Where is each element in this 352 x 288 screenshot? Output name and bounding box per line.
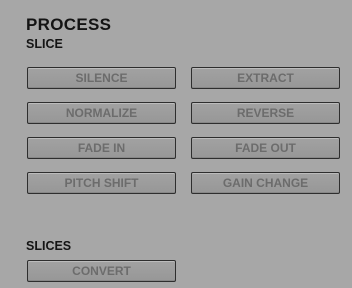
- reverse-button[interactable]: REVERSE: [191, 102, 340, 124]
- slices-section-label: SLICES: [26, 239, 72, 253]
- extract-button[interactable]: EXTRACT: [191, 67, 340, 89]
- panel-title: PROCESS: [26, 15, 112, 34]
- slice-section-label: SLICE: [26, 37, 63, 51]
- pitch-shift-button[interactable]: PITCH SHIFT: [27, 172, 176, 194]
- gain-change-button[interactable]: GAIN CHANGE: [191, 172, 340, 194]
- process-panel: PROCESS SLICE SILENCE EXTRACT NORMALIZE …: [0, 0, 352, 288]
- fade-out-button[interactable]: FADE OUT: [191, 137, 340, 159]
- convert-button[interactable]: CONVERT: [27, 260, 176, 282]
- silence-button[interactable]: SILENCE: [27, 67, 176, 89]
- fade-in-button[interactable]: FADE IN: [27, 137, 176, 159]
- normalize-button[interactable]: NORMALIZE: [27, 102, 176, 124]
